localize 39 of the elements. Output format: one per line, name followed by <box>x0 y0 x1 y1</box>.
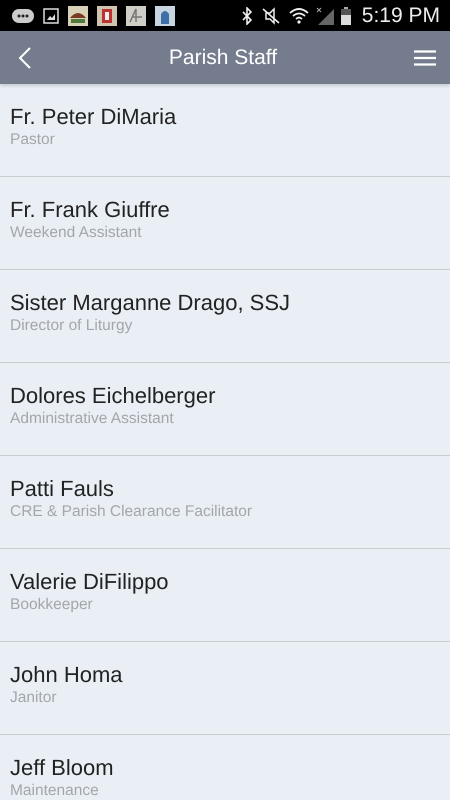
staff-name: Fr. Peter DiMaria <box>10 104 178 130</box>
staff-row[interactable]: John Homa Janitor <box>0 642 450 735</box>
menu-icon <box>414 50 436 66</box>
screen-title: Parish Staff <box>168 46 278 70</box>
app-icon <box>155 6 175 26</box>
staff-name: Jeff Bloom <box>10 755 115 781</box>
staff-role: Pastor <box>10 130 56 149</box>
staff-row[interactable]: Patti Fauls CRE & Parish Clearance Facilitator <box>0 456 450 549</box>
staff-role: Administrative Assistant <box>10 409 175 428</box>
staff-name: John Homa <box>10 662 124 688</box>
message-icon <box>12 8 34 22</box>
image-icon <box>43 8 59 24</box>
staff-role: CRE & Parish Clearance Facilitator <box>10 502 254 521</box>
mute-icon <box>260 6 282 24</box>
app-icon <box>68 6 88 26</box>
staff-role: Janitor <box>10 688 58 707</box>
battery-icon <box>340 6 351 24</box>
status-time: 5:19 PM <box>362 4 440 28</box>
wifi-icon <box>288 6 309 24</box>
staff-row[interactable]: Jeff Bloom Maintenance <box>0 735 450 800</box>
staff-name: Sister Marganne Drago, SSJ <box>10 290 292 316</box>
staff-row[interactable]: Fr. Peter DiMaria Pastor <box>0 84 450 177</box>
signal-icon <box>316 6 334 24</box>
app-icon <box>97 6 117 26</box>
staff-row[interactable]: Valerie DiFilippo Bookkeeper <box>0 549 450 642</box>
bluetooth-icon <box>240 6 253 24</box>
staff-name: Patti Fauls <box>10 476 115 502</box>
app-icon <box>126 6 146 26</box>
staff-role: Bookkeeper <box>10 595 94 614</box>
staff-role: Maintenance <box>10 781 100 800</box>
staff-row[interactable]: Sister Marganne Drago, SSJ Director of Liturgy <box>0 270 450 363</box>
staff-role: Director of Liturgy <box>10 316 134 335</box>
staff-name: Dolores Eichelberger <box>10 383 216 409</box>
back-icon <box>18 46 32 68</box>
staff-row[interactable]: Fr. Frank Giuffre Weekend Assistant <box>0 177 450 270</box>
staff-name: Valerie DiFilippo <box>10 569 170 595</box>
staff-name: Fr. Frank Giuffre <box>10 197 171 223</box>
staff-role: Weekend Assistant <box>10 223 143 242</box>
staff-row[interactable]: Dolores Eichelberger Administrative Assistant <box>0 363 450 456</box>
